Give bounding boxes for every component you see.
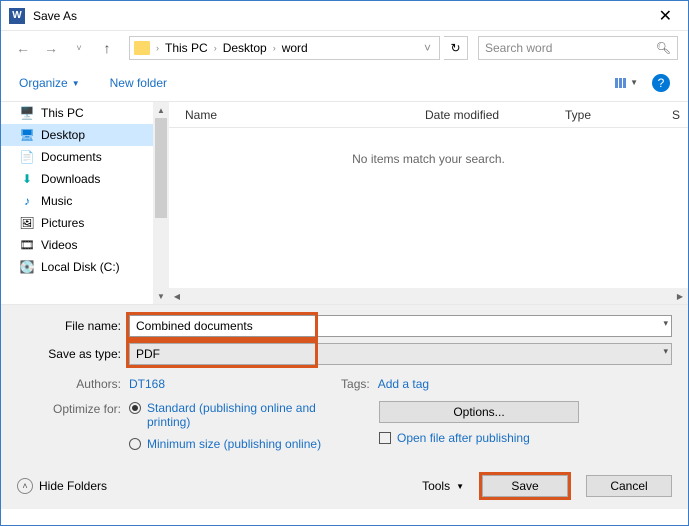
- file-list: Name Date modified Type S No items match…: [169, 102, 688, 304]
- sidebar: 🖥️ This PC 🖥 Desktop 📄 Documents ⬇ Downl…: [1, 102, 153, 304]
- sidebar-item-music[interactable]: ♪ Music: [1, 190, 153, 212]
- search-input[interactable]: Search word 🔍︎: [478, 36, 678, 60]
- address-dropdown-icon[interactable]: ˅: [420, 41, 435, 55]
- scrollbar-thumb[interactable]: [155, 118, 167, 218]
- save-button[interactable]: Save: [482, 475, 568, 497]
- pictures-icon: 🖼: [19, 216, 35, 230]
- tags-label: Tags:: [341, 377, 370, 391]
- hide-folders-button[interactable]: ˄ Hide Folders: [17, 478, 107, 494]
- folder-icon: [134, 41, 150, 55]
- column-type[interactable]: Type: [565, 108, 645, 122]
- forward-button[interactable]: →: [39, 36, 63, 60]
- tools-button[interactable]: Tools ▼: [422, 479, 464, 493]
- open-after-checkbox[interactable]: Open file after publishing: [379, 431, 530, 445]
- disk-icon: 💽: [19, 260, 35, 274]
- back-button[interactable]: ←: [11, 36, 35, 60]
- savetype-combobox[interactable]: PDF: [129, 343, 672, 365]
- scroll-up-icon[interactable]: ▲: [153, 102, 169, 118]
- chevron-down-icon[interactable]: ▾: [663, 318, 668, 329]
- chevron-down-icon[interactable]: ▾: [663, 346, 668, 357]
- scroll-right-icon[interactable]: ▶: [672, 288, 688, 304]
- navigation-bar: ← → ˅ ↑ › This PC › Desktop › word ˅ ↻ S…: [1, 31, 688, 65]
- filename-label: File name:: [17, 319, 129, 333]
- chevron-down-icon: ▼: [456, 482, 464, 491]
- sidebar-item-this-pc[interactable]: 🖥️ This PC: [1, 102, 153, 124]
- sidebar-item-pictures[interactable]: 🖼 Pictures: [1, 212, 153, 234]
- empty-message: No items match your search.: [169, 128, 688, 166]
- breadcrumb-this-pc[interactable]: This PC: [163, 41, 210, 55]
- optimize-minimum-radio[interactable]: Minimum size (publishing online): [129, 437, 339, 451]
- filename-input[interactable]: [129, 315, 672, 337]
- column-name[interactable]: Name: [185, 108, 425, 122]
- music-icon: ♪: [19, 194, 35, 208]
- close-icon[interactable]: ✕: [651, 6, 680, 26]
- sidebar-item-desktop[interactable]: 🖥 Desktop: [1, 124, 153, 146]
- column-date[interactable]: Date modified: [425, 108, 565, 122]
- search-placeholder: Search word: [485, 41, 656, 55]
- refresh-button[interactable]: ↻: [444, 36, 468, 60]
- authors-value[interactable]: DT168: [129, 377, 165, 391]
- view-button[interactable]: ▼: [615, 78, 638, 88]
- column-headers: Name Date modified Type S: [169, 102, 688, 128]
- filelist-hscrollbar[interactable]: ◀ ▶: [169, 288, 688, 304]
- document-icon: 📄: [19, 150, 35, 164]
- download-icon: ⬇: [19, 172, 35, 186]
- bottom-panel: File name: ▾ Save as type: PDF ▾ Authors…: [1, 305, 688, 509]
- checkbox-unchecked-icon: [379, 432, 391, 444]
- column-size[interactable]: S: [672, 108, 688, 122]
- search-icon[interactable]: 🔍︎: [656, 41, 671, 55]
- desktop-icon: 🖥: [19, 128, 35, 142]
- breadcrumb-word[interactable]: word: [280, 41, 310, 55]
- options-button[interactable]: Options...: [379, 401, 579, 423]
- help-icon[interactable]: ?: [652, 74, 670, 92]
- radio-checked-icon: [129, 402, 141, 414]
- recent-locations-button[interactable]: ˅: [67, 36, 91, 60]
- videos-icon: 🎞: [19, 238, 35, 252]
- organize-button[interactable]: Organize▼: [19, 76, 80, 90]
- optimize-standard-radio[interactable]: Standard (publishing online and printing…: [129, 401, 339, 429]
- chevron-down-icon: ▼: [72, 79, 80, 88]
- breadcrumb-desktop[interactable]: Desktop: [221, 41, 269, 55]
- window-title: Save As: [33, 9, 77, 23]
- chevron-up-icon: ˄: [17, 478, 33, 494]
- address-bar[interactable]: › This PC › Desktop › word ˅: [129, 36, 440, 60]
- savetype-label: Save as type:: [17, 347, 129, 361]
- toolbar: Organize▼ New folder ▼ ?: [1, 65, 688, 101]
- optimize-label: Optimize for:: [17, 401, 129, 459]
- pc-icon: 🖥️: [19, 106, 35, 120]
- sidebar-item-documents[interactable]: 📄 Documents: [1, 146, 153, 168]
- titlebar: W Save As ✕: [1, 1, 688, 31]
- sidebar-item-downloads[interactable]: ⬇ Downloads: [1, 168, 153, 190]
- authors-label: Authors:: [17, 377, 129, 391]
- radio-unchecked-icon: [129, 438, 141, 450]
- tags-value[interactable]: Add a tag: [378, 377, 429, 391]
- sidebar-scrollbar[interactable]: ▲ ▼: [153, 102, 169, 304]
- word-app-icon: W: [9, 8, 25, 24]
- scroll-left-icon[interactable]: ◀: [169, 288, 185, 304]
- cancel-button[interactable]: Cancel: [586, 475, 672, 497]
- scroll-down-icon[interactable]: ▼: [153, 288, 169, 304]
- main-area: 🖥️ This PC 🖥 Desktop 📄 Documents ⬇ Downl…: [1, 101, 688, 305]
- sidebar-item-videos[interactable]: 🎞 Videos: [1, 234, 153, 256]
- new-folder-button[interactable]: New folder: [110, 76, 167, 90]
- up-button[interactable]: ↑: [95, 36, 119, 60]
- sidebar-item-local-disk[interactable]: 💽 Local Disk (C:): [1, 256, 153, 278]
